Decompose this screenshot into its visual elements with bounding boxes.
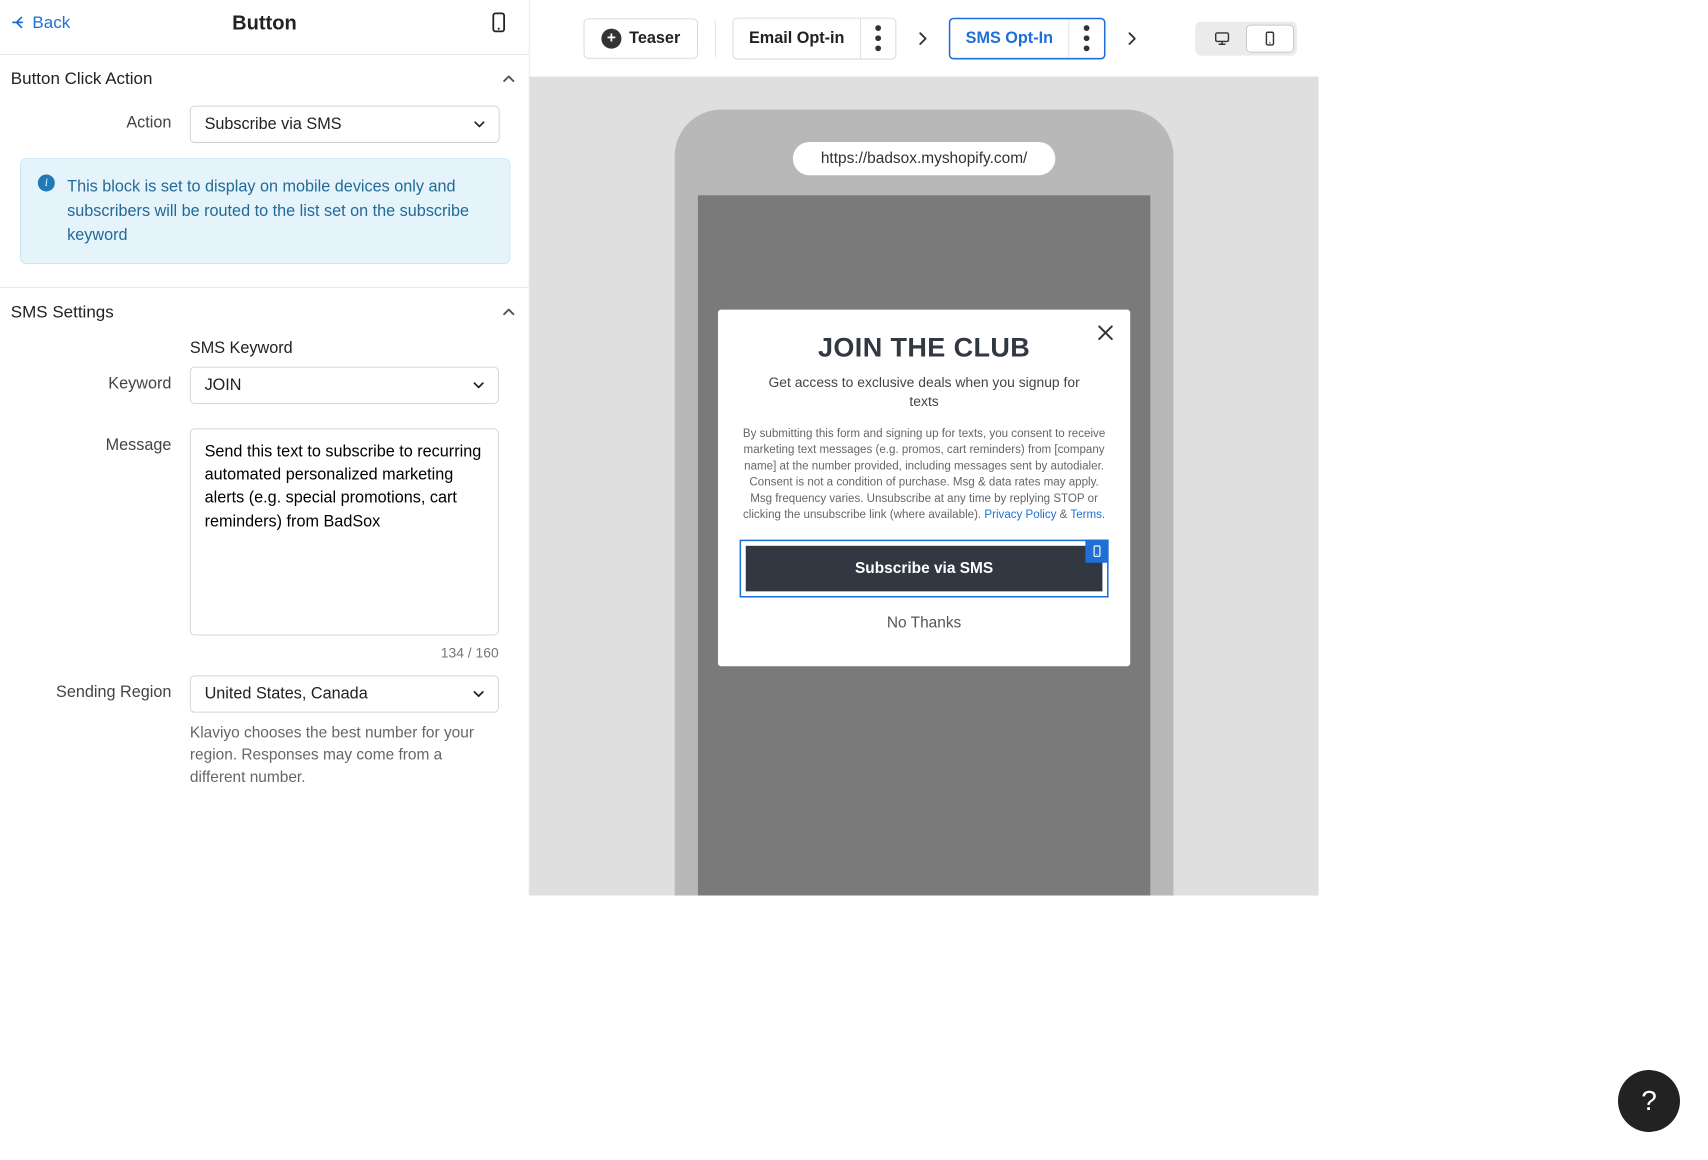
teaser-label: Teaser <box>629 29 680 48</box>
topbar: + Teaser Email Opt-in SMS Opt-In <box>530 0 1319 77</box>
terms-link[interactable]: Terms <box>1070 508 1102 521</box>
subscribe-button-selected[interactable]: Subscribe via SMS <box>740 540 1109 598</box>
step-more-button[interactable] <box>860 18 896 58</box>
keyword-select[interactable]: JOIN <box>190 366 499 403</box>
step-label: SMS Opt-In <box>950 29 1068 48</box>
help-button[interactable]: ? <box>1618 1070 1680 1132</box>
steps-nav: + Teaser Email Opt-in SMS Opt-In <box>584 17 1141 59</box>
popup-subtext: Get access to exclusive deals when you s… <box>754 373 1094 412</box>
phone-frame: https://badsox.myshopify.com/ JOIN THE C… <box>675 110 1174 896</box>
teaser-button[interactable]: + Teaser <box>584 18 698 58</box>
step-sms-optin[interactable]: SMS Opt-In <box>949 17 1106 59</box>
message-textarea[interactable] <box>190 428 499 635</box>
mobile-only-toggle[interactable] <box>487 11 510 34</box>
desktop-preview-button[interactable] <box>1198 24 1246 52</box>
chevron-up-icon <box>499 302 518 321</box>
step-email-optin[interactable]: Email Opt-in <box>733 17 896 59</box>
mobile-icon <box>1261 30 1278 47</box>
mobile-badge <box>1085 540 1108 563</box>
mobile-icon <box>488 12 510 34</box>
more-vertical-icon <box>861 21 896 56</box>
chevron-down-icon <box>471 116 488 133</box>
signup-popup: JOIN THE CLUB Get access to exclusive de… <box>718 310 1130 667</box>
preview-area: + Teaser Email Opt-in SMS Opt-In <box>530 0 1319 896</box>
chevron-down-icon <box>470 376 487 393</box>
popup-legal: By submitting this form and signing up f… <box>740 426 1109 523</box>
arrow-left-icon <box>11 14 28 31</box>
section-title: Button Click Action <box>11 69 153 89</box>
action-select[interactable]: Subscribe via SMS <box>190 106 500 143</box>
more-vertical-icon <box>1069 21 1104 56</box>
chevron-down-icon <box>470 685 487 702</box>
action-value: Subscribe via SMS <box>205 115 342 134</box>
section-sms-settings: SMS Settings Keyword SMS Keyword JOIN Me… <box>0 288 529 817</box>
privacy-link[interactable]: Privacy Policy <box>984 508 1056 521</box>
preview-canvas: https://badsox.myshopify.com/ JOIN THE C… <box>530 77 1319 895</box>
close-icon[interactable] <box>1095 322 1117 344</box>
keyword-value: JOIN <box>205 376 242 395</box>
settings-header: Back Button <box>0 0 529 55</box>
step-label: Email Opt-in <box>734 29 860 48</box>
char-count: 134 / 160 <box>190 645 499 661</box>
device-toggle <box>1195 21 1297 55</box>
section-click-action: Button Click Action Action Subscribe via… <box>0 55 529 288</box>
section-title: SMS Settings <box>11 301 114 321</box>
section-sms-settings-toggle[interactable]: SMS Settings <box>11 301 518 321</box>
mobile-preview-button[interactable] <box>1246 24 1294 52</box>
region-select[interactable]: United States, Canada <box>190 675 499 712</box>
desktop-icon <box>1214 30 1231 47</box>
info-icon: i <box>38 174 55 191</box>
chevron-right-icon <box>1123 29 1142 48</box>
mobile-icon <box>1090 545 1104 559</box>
region-value: United States, Canada <box>205 684 368 703</box>
back-label: Back <box>32 12 70 32</box>
message-label: Message <box>11 428 190 454</box>
info-callout: i This block is set to display on mobile… <box>20 158 510 263</box>
action-label: Action <box>11 106 190 132</box>
region-label: Sending Region <box>11 675 190 701</box>
chevron-right-icon <box>913 29 932 48</box>
chevron-up-icon <box>499 69 518 88</box>
url-bar: https://badsox.myshopify.com/ <box>793 142 1055 175</box>
keyword-label: Keyword <box>11 339 190 393</box>
phone-screen: JOIN THE CLUB Get access to exclusive de… <box>698 195 1150 895</box>
step-separator <box>715 20 716 57</box>
step-more-button[interactable] <box>1068 19 1104 58</box>
keyword-sublabel: SMS Keyword <box>190 339 500 358</box>
region-helper: Klaviyo chooses the best number for your… <box>190 721 499 788</box>
plus-icon: + <box>601 28 621 48</box>
subscribe-button[interactable]: Subscribe via SMS <box>746 546 1103 592</box>
no-thanks-link[interactable]: No Thanks <box>740 615 1109 633</box>
section-click-action-toggle[interactable]: Button Click Action <box>11 69 518 89</box>
info-text: This block is set to display on mobile d… <box>67 174 492 247</box>
popup-headline: JOIN THE CLUB <box>740 333 1109 364</box>
back-button[interactable]: Back <box>11 12 70 32</box>
panel-title: Button <box>232 10 297 34</box>
settings-panel: Back Button Button Click Action Action S… <box>0 0 530 896</box>
